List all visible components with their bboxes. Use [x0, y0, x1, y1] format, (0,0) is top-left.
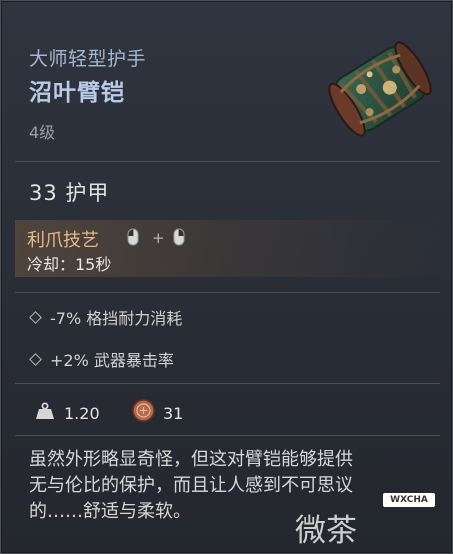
- weight-icon: [36, 402, 54, 419]
- item-description: 虽然外形略显奇怪，但这对臂铠能够提供 无与伦比的保护，而且让人感到不可思议 的……: [29, 447, 419, 525]
- skill-name: 利爪技艺: [27, 230, 99, 251]
- item-level: 4级: [29, 123, 56, 142]
- stat-text: +2% 武器暴击率: [50, 351, 174, 370]
- divider: [15, 292, 440, 293]
- divider: [15, 435, 440, 436]
- divider: [15, 383, 440, 384]
- diamond-bullet-icon: [29, 353, 42, 366]
- description-line: 无与伦比的保护，而且让人感到不可思议: [29, 475, 353, 496]
- watermark-text: 微茶: [295, 513, 357, 549]
- armor-value: 33 护甲: [29, 181, 110, 205]
- skill-cooldown: 冷却：15秒: [27, 255, 112, 274]
- skill-box: 利爪技艺 + 冷却：15秒: [15, 220, 440, 277]
- item-tooltip: 大师轻型护手 沼叶臂铠 4级 33 护甲 利爪技艺 + 冷却：15秒 -7% 格…: [0, 0, 453, 554]
- mouse-left-icon: [127, 228, 139, 246]
- weight-value: 1.20: [64, 404, 100, 423]
- mouse-right-icon: [173, 228, 185, 246]
- plus-sign: +: [152, 229, 165, 247]
- coin-icon: [132, 399, 155, 422]
- diamond-bullet-icon: [29, 311, 42, 324]
- tooltip-header: 大师轻型护手 沼叶臂铠 4级: [1, 1, 453, 161]
- item-category: 大师轻型护手: [29, 48, 147, 70]
- watermark-badge: WXCHA: [383, 493, 435, 507]
- item-name: 沼叶臂铠: [29, 80, 125, 106]
- stat-line: -7% 格挡耐力消耗: [29, 305, 183, 329]
- gauntlet-image: [328, 41, 432, 137]
- gold-value: 31: [163, 404, 184, 423]
- description-line: 虽然外形略显奇怪，但这对臂铠能够提供: [29, 449, 353, 470]
- stat-line: +2% 武器暴击率: [29, 347, 174, 371]
- stat-text: -7% 格挡耐力消耗: [50, 309, 183, 328]
- description-line: 的……舒适与柔软。: [29, 501, 191, 522]
- divider: [15, 161, 440, 162]
